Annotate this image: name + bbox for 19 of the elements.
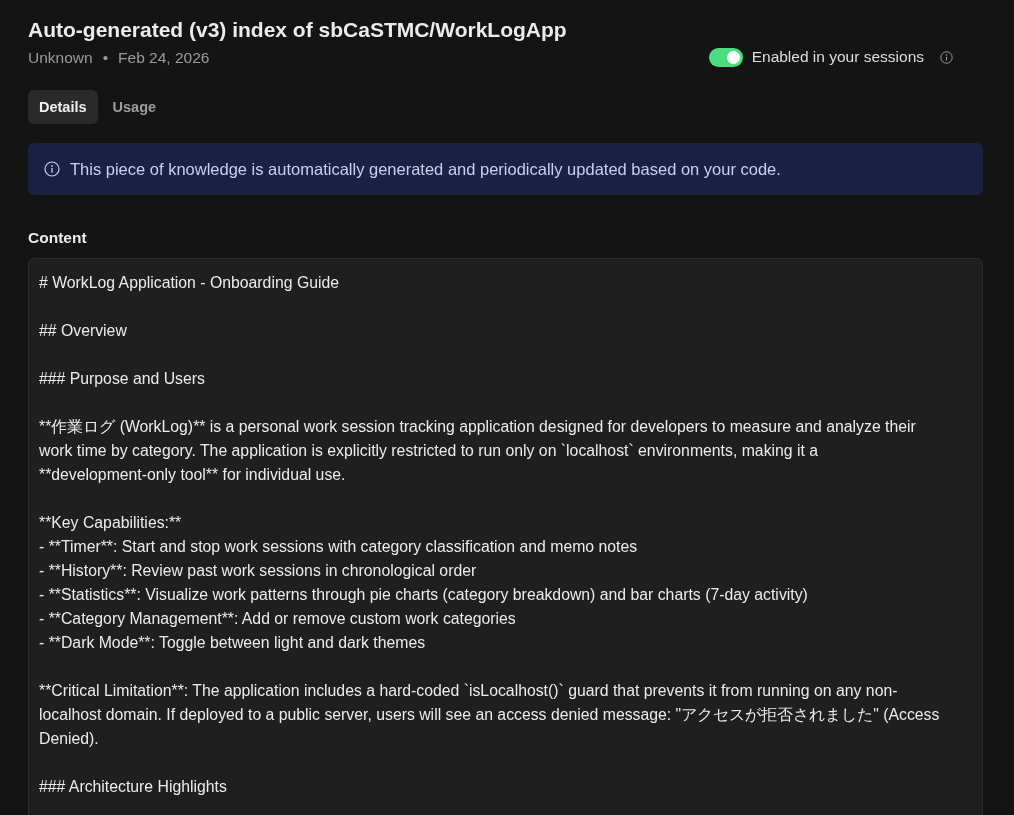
content-paragraph: # WorkLog Application - Onboarding Guide bbox=[39, 273, 340, 293]
content-paragraph: **作業ログ (WorkLog)** is a personal work session tracking application designed for developers to measure and analyze their work time by category. The application is explicitly restricted to run only on `localhost` environments, making it a **development-only tool** for individual use. bbox=[39, 417, 916, 485]
toggle-label: Enabled in your sessions bbox=[751, 48, 924, 66]
author-text: Unknown bbox=[28, 48, 93, 68]
notice-text: This piece of knowledge is automatically generated and periodically updated based on your code. bbox=[70, 159, 781, 179]
content-paragraph: ### Architecture Highlights bbox=[39, 777, 227, 797]
tab[interactable]: Usage bbox=[101, 90, 168, 124]
session-toggle[interactable] bbox=[708, 47, 743, 67]
section-label: Content bbox=[28, 228, 88, 248]
info-icon bbox=[940, 50, 953, 64]
info-icon bbox=[44, 161, 60, 177]
separator-dot: • bbox=[102, 48, 109, 68]
content-paragraph: **Critical Limitation**: The application includes a hard-coded `isLocalhost()` guard that prevents it from running on any non- localhost domain. If deployed to a public server, users will see an access denied message: "アクセスが拒否されました" (Access Denied). bbox=[39, 681, 940, 749]
date-text: Feb 24, 2026 bbox=[118, 48, 210, 68]
content-paragraph: ## Overview bbox=[39, 321, 127, 341]
page-title: Auto-generated (v3) index of sbCaSTMC/WorkLogApp bbox=[28, 17, 568, 43]
content-paragraph: **Key Capabilities:** - **Timer**: Start and stop work sessions with category classification and memo notes - **History**: Review past work sessions in chronological order - **Statistics**: Visualize work patterns through pie charts (category breakdown) and bar charts (7-day activity) - **Category Management**: Add or remove custom work categories - **Dark Mode**: Toggle between light and dark themes bbox=[39, 513, 808, 653]
tab[interactable]: Details bbox=[28, 90, 98, 124]
content-paragraph: ### Purpose and Users bbox=[39, 369, 205, 389]
